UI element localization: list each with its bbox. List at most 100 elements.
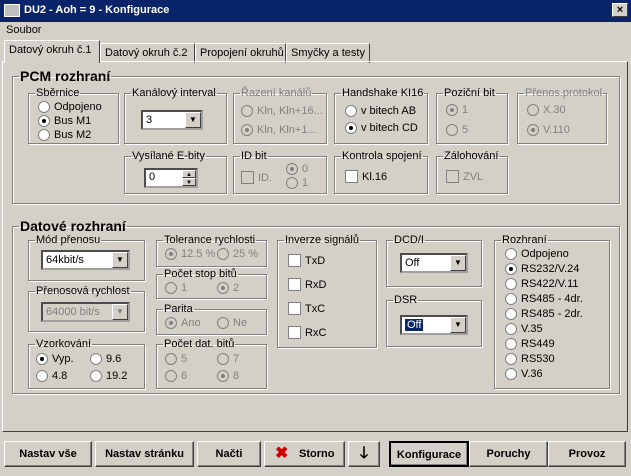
rozhrani-rs232[interactable]: RS232/V.24 bbox=[505, 263, 579, 275]
datbit-8[interactable]: 8 bbox=[217, 370, 239, 382]
parita-ano[interactable]: Ano bbox=[165, 317, 201, 329]
up-icon: ▲ bbox=[182, 170, 196, 178]
konfigurace-button[interactable]: Konfigurace bbox=[389, 441, 469, 467]
handshake-cd[interactable]: v bitech CD bbox=[345, 122, 418, 134]
storno-button[interactable]: ✖ Storno bbox=[264, 441, 345, 467]
provoz-button[interactable]: Provoz bbox=[548, 441, 626, 467]
tab-datovy-okruh-2[interactable]: Datový okruh č.2 bbox=[100, 43, 195, 63]
dsr-select[interactable]: Off ▼ bbox=[400, 315, 468, 335]
menu-bar: Soubor bbox=[0, 22, 631, 40]
datbit-7[interactable]: 7 bbox=[217, 353, 239, 365]
inverze-title: Inverze signálů bbox=[285, 234, 359, 246]
kanalovy-title: Kanálový interval bbox=[132, 87, 216, 99]
prenos-title: Přenos.protokol bbox=[525, 87, 603, 99]
window-title: DU2 - Aoh = 9 - Konfigurace bbox=[24, 4, 170, 16]
inverze-txc[interactable]: TxC bbox=[288, 302, 325, 315]
vzorkovani-9-6[interactable]: 9.6 bbox=[90, 353, 121, 365]
dsr-title: DSR bbox=[394, 294, 418, 306]
idbit-title: ID bit bbox=[241, 150, 267, 162]
tolerance-12-5[interactable]: 12.5 % bbox=[165, 248, 215, 260]
data-title: Datové rozhraní bbox=[20, 218, 126, 234]
rozhrani-odpojeno[interactable]: Odpojeno bbox=[505, 248, 569, 260]
handshake-title: Handshake KI16 bbox=[342, 87, 424, 99]
tolerance-25[interactable]: 25 % bbox=[217, 248, 258, 260]
nacti-button[interactable]: Načti bbox=[197, 441, 261, 467]
prenos-v110[interactable]: V.110 bbox=[527, 124, 570, 136]
pozicni-5[interactable]: 5 bbox=[446, 124, 468, 136]
vzorkovani-title: Vzorkování bbox=[36, 338, 92, 350]
rozhrani-rs485-2[interactable]: RS485 - 2dr. bbox=[505, 308, 583, 320]
rozhrani-rs449[interactable]: RS449 bbox=[505, 338, 555, 350]
rychlost-select[interactable]: 64000 bit/s ▼ bbox=[41, 302, 130, 322]
inverze-txd[interactable]: TxD bbox=[288, 254, 325, 267]
chevron-down-icon: ▼ bbox=[450, 255, 466, 271]
idbit-0[interactable]: 0 bbox=[286, 163, 308, 175]
close-button[interactable]: × bbox=[612, 3, 628, 17]
parita-title: Parita bbox=[164, 303, 193, 315]
vzorkovani-19-2[interactable]: 19.2 bbox=[90, 370, 127, 382]
rozhrani-rs485-4[interactable]: RS485 - 4dr. bbox=[505, 293, 583, 305]
stop-2[interactable]: 2 bbox=[217, 282, 239, 294]
nastav-stranku-button[interactable]: Nastav stránku bbox=[95, 441, 194, 467]
mod-title: Mód přenosu bbox=[36, 234, 101, 246]
razeni-option-1[interactable]: Kln, Kln+16... bbox=[241, 105, 323, 117]
dcd-select[interactable]: Off ▼ bbox=[400, 253, 468, 273]
dcd-title: DCD/I bbox=[394, 234, 424, 246]
rozhrani-v35[interactable]: V.35 bbox=[505, 323, 543, 335]
inverze-rxd[interactable]: RxD bbox=[288, 278, 326, 291]
tab-smycky-a-testy[interactable]: Smyčky a testy bbox=[286, 43, 370, 63]
vzorkovani-4-8[interactable]: 4.8 bbox=[36, 370, 67, 382]
cancel-x-icon: ✖ bbox=[275, 445, 289, 462]
chevron-down-icon: ▼ bbox=[450, 317, 466, 333]
stop-title: Počet stop bitů bbox=[164, 268, 237, 280]
sbernice-bus-m1[interactable]: Bus M1 bbox=[38, 115, 91, 127]
stop-1[interactable]: 1 bbox=[165, 282, 187, 294]
chevron-down-icon: ▼ bbox=[112, 304, 128, 320]
razeni-title: Řazení kanálů bbox=[241, 87, 312, 99]
handshake-ab[interactable]: v bitech AB bbox=[345, 105, 416, 117]
vzorkovani-vyp[interactable]: Vyp. bbox=[36, 353, 74, 365]
sbernice-bus-m2[interactable]: Bus M2 bbox=[38, 129, 91, 141]
vysilane-spinner[interactable]: 0 ▲ ▼ bbox=[144, 168, 198, 188]
sbernice-odpojeno[interactable]: Odpojeno bbox=[38, 101, 102, 113]
down-arrow-button[interactable]: 🡓 bbox=[348, 441, 380, 467]
menu-file[interactable]: Soubor bbox=[6, 24, 41, 36]
arrow-down-icon: 🡓 bbox=[359, 445, 369, 462]
tab-datovy-okruh-1[interactable]: Datový okruh č.1 bbox=[4, 40, 100, 63]
parita-ne[interactable]: Ne bbox=[217, 317, 247, 329]
datbit-5[interactable]: 5 bbox=[165, 353, 187, 365]
datbit-6[interactable]: 6 bbox=[165, 370, 187, 382]
kanalovy-select[interactable]: 3 ▼ bbox=[141, 110, 203, 130]
kontrola-check[interactable]: Kl.16 bbox=[345, 170, 387, 183]
down-icon: ▼ bbox=[182, 178, 196, 186]
zalohovani-check[interactable]: ZVL bbox=[446, 170, 483, 183]
chevron-down-icon: ▼ bbox=[112, 252, 128, 268]
title-bar: DU2 - Aoh = 9 - Konfigurace × bbox=[0, 0, 631, 22]
prenos-x30[interactable]: X.30 bbox=[527, 104, 566, 116]
pozicni-1[interactable]: 1 bbox=[446, 104, 468, 116]
chevron-down-icon: ▼ bbox=[185, 112, 201, 128]
vysilane-title: Vysílané E-bity bbox=[132, 150, 205, 162]
datbit-title: Počet dat. bitů bbox=[164, 338, 235, 350]
nastav-vse-button[interactable]: Nastav vše bbox=[4, 441, 92, 467]
mod-select[interactable]: 64kbit/s ▼ bbox=[41, 250, 130, 270]
idbit-1[interactable]: 1 bbox=[286, 177, 308, 189]
rychlost-title: Přenosová rychlost bbox=[36, 285, 130, 297]
tab-propojeni-okruhu[interactable]: Propojení okruhů bbox=[195, 43, 286, 63]
tolerance-title: Tolerance rychlosti bbox=[164, 234, 256, 246]
razeni-option-2[interactable]: Kln, Kln+1... bbox=[241, 124, 317, 136]
idbit-check[interactable]: ID. bbox=[241, 171, 272, 184]
kontrola-title: Kontrola spojení bbox=[342, 150, 422, 162]
rozhrani-title: Rozhraní bbox=[502, 234, 547, 246]
inverze-rxc[interactable]: RxC bbox=[288, 326, 326, 339]
rozhrani-rs422[interactable]: RS422/V.11 bbox=[505, 278, 579, 290]
sbernice-title: Sběrnice bbox=[36, 87, 80, 99]
zalohovani-title: Zálohování bbox=[444, 150, 499, 162]
app-icon bbox=[4, 4, 20, 17]
poruchy-button[interactable]: Poruchy bbox=[469, 441, 548, 467]
pozicni-title: Poziční bit bbox=[444, 87, 495, 99]
rozhrani-rs530[interactable]: RS530 bbox=[505, 353, 555, 365]
storno-label: Storno bbox=[299, 448, 335, 460]
pcm-title: PCM rozhraní bbox=[20, 68, 111, 84]
rozhrani-v36[interactable]: V.36 bbox=[505, 368, 543, 380]
